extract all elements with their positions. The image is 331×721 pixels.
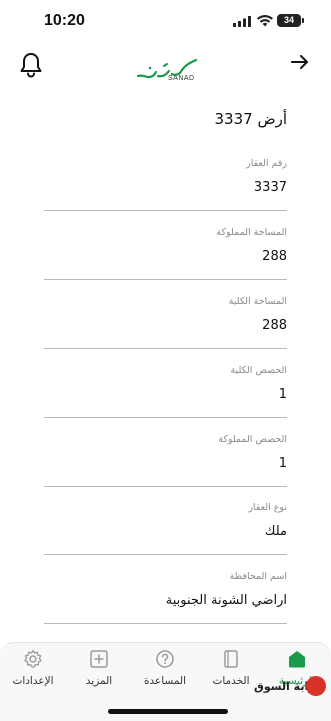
field-value: 3337 [253,180,287,195]
field-owned-shares: الحصص المملوكة 1 [44,434,287,487]
home-indicator [108,709,228,714]
tab-label: المزيد [85,675,113,687]
field-label: نوع العقار [248,502,287,513]
field-label: رقم العقار [246,158,287,169]
field-label: المساحة الكلية [228,296,287,307]
wifi-icon [257,15,273,27]
sanad-logo [136,58,198,79]
field-value: اراضي الشونة الجنوبية [165,593,287,608]
status-bar: 10:20 34 [0,0,331,44]
field-property-type: نوع العقار ملك [44,502,287,555]
battery-tip [302,18,304,23]
status-time: 10:20 [44,12,85,29]
field-property-number: رقم العقار 3337 [44,158,287,211]
field-label: الحصص الكلية [230,365,287,376]
tab-help[interactable]: المساعدة [132,643,198,693]
field-total-area: المساحة الكلية 288 [44,296,287,349]
watermark-pin-icon [306,676,326,696]
back-arrow-icon[interactable] [290,52,310,72]
gear-icon [24,649,42,668]
field-value: 288 [262,249,287,264]
tab-label: المساعدة [143,675,187,687]
field-label: اسم المحافظة [229,571,287,582]
field-value: 1 [278,387,287,402]
field-value: ملك [264,524,287,539]
help-circle-icon [156,650,174,668]
home-icon [289,651,305,668]
plus-square-icon [90,650,108,668]
field-value: 1 [278,456,287,471]
field-total-shares: الحصص الكلية 1 [44,365,287,418]
page-title: أرض 3337 [214,110,287,128]
document-icon [224,650,238,668]
notification-bell-icon[interactable] [19,52,43,78]
field-value: 288 [262,318,287,333]
battery-icon: 34 [277,14,301,27]
logo-wordmark: SANAD [168,75,195,82]
tab-label: الإعدادات [12,675,54,687]
cellular-signal-icon [233,16,251,27]
tab-more[interactable]: المزيد [66,643,132,693]
field-label: الحصص المملوكة [218,434,287,445]
field-label: المساحة المملوكة [216,227,287,238]
field-owned-area: المساحة المملوكة 288 [44,227,287,280]
tab-settings[interactable]: الإعدادات [0,643,66,693]
app-header: SANAD [0,44,331,94]
field-governorate-name: اسم المحافظة اراضي الشونة الجنوبية [44,571,287,624]
